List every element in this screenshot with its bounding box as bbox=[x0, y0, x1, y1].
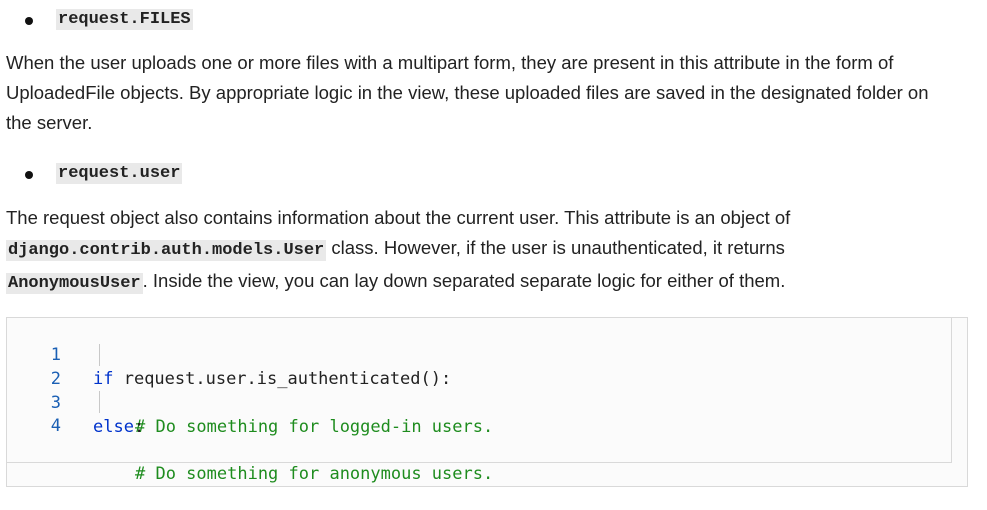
paragraph-line: The request object also contains informa… bbox=[6, 207, 791, 228]
indent-guide bbox=[99, 391, 100, 413]
code-text: # Do something for anonymous users. bbox=[135, 462, 493, 486]
paragraph-line: django.contrib.auth.models.User class. H… bbox=[6, 233, 966, 266]
code-line: 2 # Do something for logged-in users. bbox=[7, 343, 947, 437]
bullet-item-files: request.FILES bbox=[0, 8, 300, 34]
indent-guide bbox=[99, 344, 100, 366]
code-block[interactable]: 1 if request.user.is_authenticated(): 2 … bbox=[6, 317, 968, 487]
paragraph-line: UploadedFile objects. By appropriate log… bbox=[6, 82, 929, 103]
paragraph-text: class. However, if the user is unauthent… bbox=[326, 237, 785, 258]
bullet-dot bbox=[25, 171, 33, 179]
paragraph-text: . Inside the view, you can lay down sepa… bbox=[142, 270, 786, 291]
code-editor-area[interactable]: 1 if request.user.is_authenticated(): 2 … bbox=[7, 318, 952, 484]
paragraph-files: When the user uploads one or more files … bbox=[6, 48, 966, 138]
code-comment: # Do something for logged-in users. bbox=[135, 417, 494, 437]
code-line: 4 # Do something for anonymous users. bbox=[7, 390, 947, 484]
inline-code-request-user: request.user bbox=[56, 163, 183, 184]
bullet-item-user: request.user bbox=[0, 162, 300, 188]
code-comment: # Do something for anonymous users. bbox=[135, 464, 494, 484]
article-page: request.FILES When the user uploads one … bbox=[0, 0, 987, 490]
inline-code-request-files: request.FILES bbox=[56, 9, 193, 30]
paragraph-line: AnonymousUser. Inside the view, you can … bbox=[6, 266, 966, 299]
inline-code-anonymous-user: AnonymousUser bbox=[6, 273, 143, 294]
code-keyword: else bbox=[93, 417, 134, 437]
code-plain: : bbox=[133, 417, 145, 437]
paragraph-line: When the user uploads one or more files … bbox=[6, 52, 894, 73]
code-line: 3 else: bbox=[7, 367, 947, 437]
code-text: # Do something for logged-in users. bbox=[135, 415, 493, 439]
inline-code-user-class: django.contrib.auth.models.User bbox=[6, 240, 327, 261]
line-number: 4 bbox=[50, 416, 61, 436]
code-line: 1 if request.user.is_authenticated(): bbox=[7, 319, 947, 389]
code-text: else: bbox=[93, 415, 144, 439]
paragraph-user: The request object also contains informa… bbox=[6, 203, 966, 299]
bullet-dot bbox=[25, 17, 33, 25]
paragraph-line: the server. bbox=[6, 112, 93, 133]
